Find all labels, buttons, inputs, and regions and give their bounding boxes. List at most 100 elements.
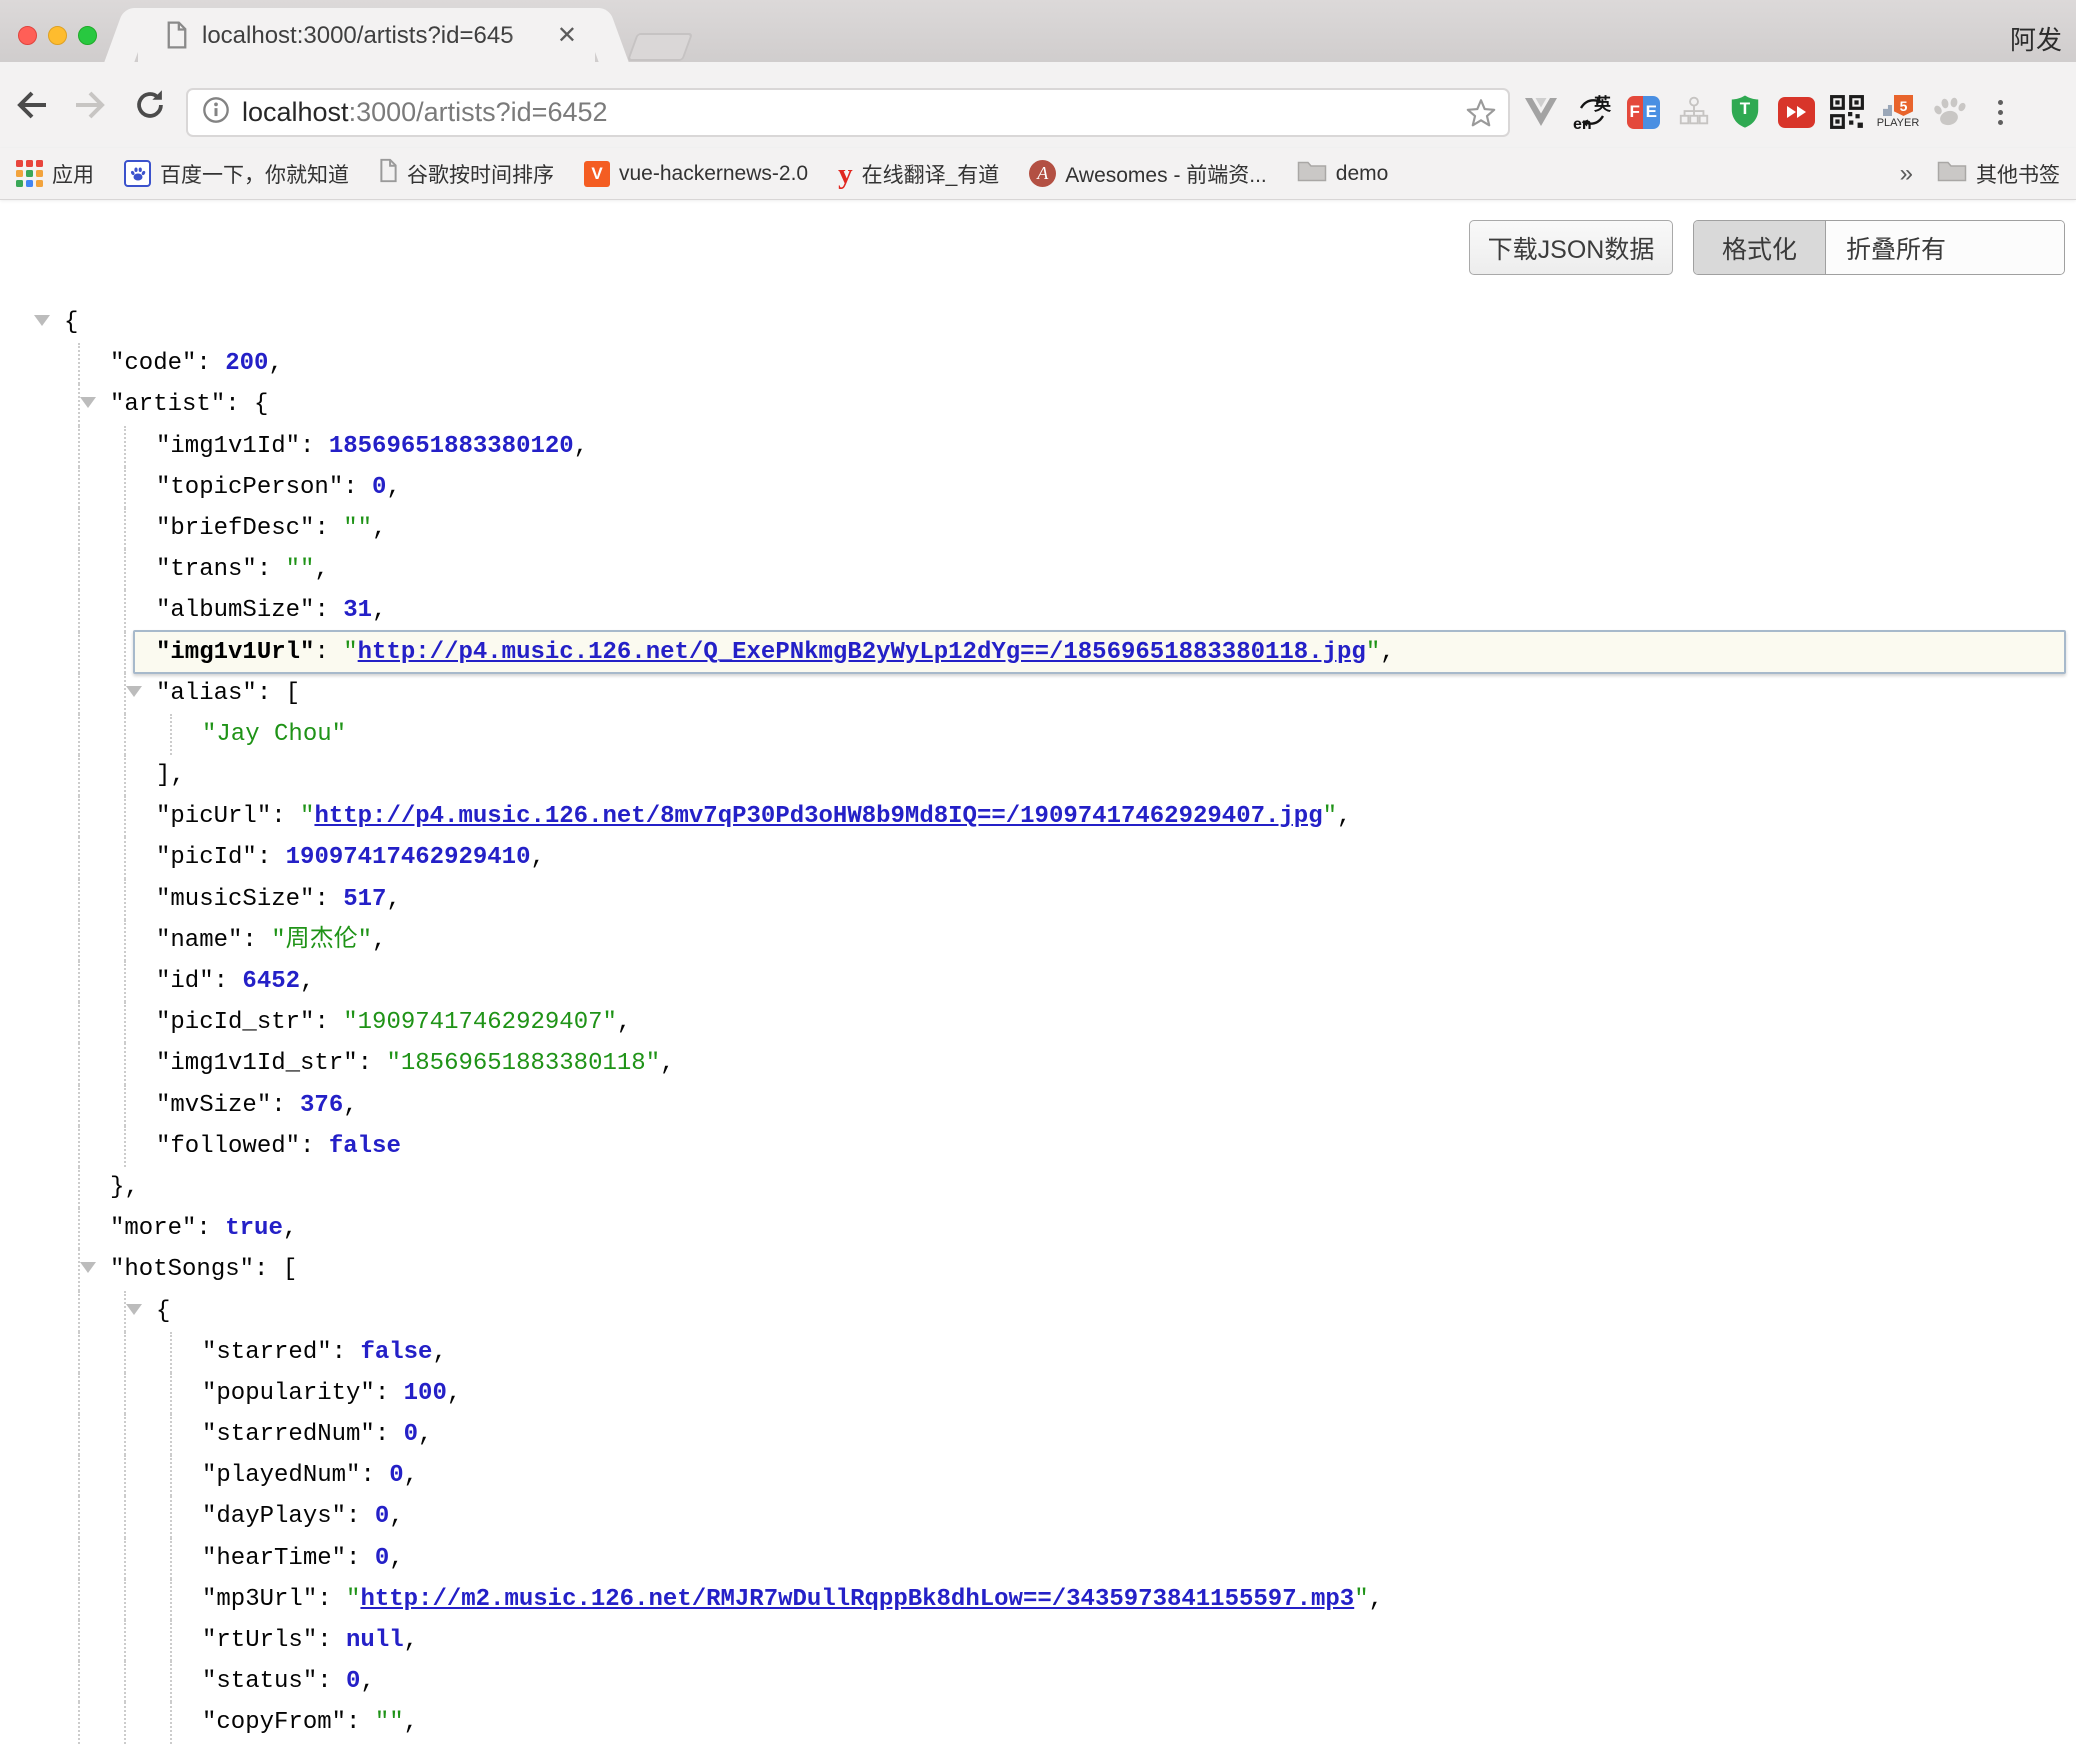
vue-devtools-extension-icon[interactable] (1522, 91, 1560, 133)
json-line: }, (0, 1167, 2076, 1208)
json-value-number: 0 (375, 1503, 389, 1530)
bookmark-apps[interactable]: 应用 (16, 159, 94, 189)
json-line: { (0, 302, 2076, 343)
profile-name[interactable]: 阿发 (2010, 20, 2062, 57)
collapse-all-button[interactable]: 折叠所有 (1826, 221, 2064, 274)
other-bookmarks-folder[interactable]: 其他书签 (1937, 159, 2060, 189)
json-value-string: " (1323, 803, 1337, 830)
url-text[interactable]: localhost:3000/artists?id=6452 (242, 97, 608, 128)
json-punctuation: : (214, 968, 243, 995)
html5-player-extension-icon[interactable]: 5 PLAYER (1879, 91, 1917, 133)
indent-guide (78, 837, 80, 878)
json-line: "name": "周杰伦", (0, 920, 2076, 961)
json-value-number: 0 (375, 1545, 389, 1572)
bookmarks-overflow-chevron[interactable]: » (1900, 160, 1913, 188)
json-punctuation: { (64, 309, 78, 336)
json-link[interactable]: http://p4.music.126.net/8mv7qP30Pd3oHW8b… (314, 803, 1322, 830)
collapse-triangle-icon[interactable] (126, 1304, 142, 1315)
indent-guide (78, 1620, 80, 1661)
json-key: "playedNum" (202, 1462, 360, 1489)
bookmark-youdao-translate[interactable]: y 在线翻译_有道 (838, 159, 999, 189)
json-line: "hearTime": 0, (0, 1538, 2076, 1579)
download-json-button[interactable]: 下载JSON数据 (1469, 220, 1673, 275)
collapse-triangle-icon[interactable] (34, 315, 50, 326)
indent-guide (124, 1455, 126, 1496)
json-punctuation: }, (110, 1174, 139, 1201)
collapse-triangle-icon[interactable] (80, 1262, 96, 1273)
collapse-triangle-icon[interactable] (126, 686, 142, 697)
indent-guide (78, 1702, 80, 1743)
bookmark-vue-hackernews[interactable]: V vue-hackernews-2.0 (584, 161, 808, 187)
indent-guide (78, 1085, 80, 1126)
json-value-string: " (1366, 639, 1380, 666)
translate-extension-icon[interactable]: 英 en (1573, 91, 1611, 133)
json-punctuation: , (372, 597, 386, 624)
new-tab-button[interactable] (627, 33, 693, 61)
indent-guide (78, 1455, 80, 1496)
page-info-icon[interactable] (202, 96, 230, 129)
bookmark-google-sort[interactable]: 谷歌按时间排序 (379, 158, 554, 189)
shield-extension-icon[interactable]: T (1726, 91, 1764, 133)
address-bar[interactable]: localhost:3000/artists?id=6452 (186, 88, 1510, 137)
zoom-window-button[interactable] (78, 26, 97, 45)
indent-guide (124, 590, 126, 631)
indent-guide (170, 1414, 172, 1455)
json-line: "img1v1Id_str": "18569651883380118", (0, 1043, 2076, 1084)
json-link[interactable]: http://p4.music.126.net/Q_ExePNkmgB2yWyL… (358, 639, 1366, 666)
extensions-area: 英 en FE T 5 PLAYER (1522, 76, 2019, 148)
close-window-button[interactable] (18, 26, 37, 45)
indent-guide (170, 1373, 172, 1414)
bookmark-folder-demo[interactable]: demo (1297, 159, 1389, 189)
indent-guide (78, 508, 80, 549)
indent-guide (170, 714, 172, 755)
window-controls (18, 26, 97, 45)
minimize-window-button[interactable] (48, 26, 67, 45)
back-button[interactable] (12, 85, 52, 125)
json-punctuation: : (257, 680, 286, 707)
fe-letter-f: F (1627, 96, 1644, 129)
sitemap-extension-icon[interactable] (1675, 91, 1713, 133)
browser-tab[interactable]: localhost:3000/artists?id=645 ✕ (138, 8, 595, 62)
indent-guide (124, 837, 126, 878)
json-key: "starred" (202, 1339, 332, 1366)
folder-icon (1937, 159, 1967, 189)
indent-guide (124, 549, 126, 590)
fast-forward-extension-icon[interactable] (1777, 91, 1815, 133)
tab-close-icon[interactable]: ✕ (557, 22, 577, 50)
json-value-number: 0 (404, 1421, 418, 1448)
json-punctuation: , (404, 1462, 418, 1489)
json-link[interactable]: http://m2.music.126.net/RMJR7wDullRqppBk… (360, 1586, 1354, 1613)
json-actions: 下载JSON数据 格式化 折叠所有 (1469, 220, 2065, 275)
paw-extension-icon[interactable] (1930, 91, 1968, 133)
json-value-number: 100 (404, 1380, 447, 1407)
json-value-string: "" (375, 1709, 404, 1736)
format-button[interactable]: 格式化 (1694, 221, 1826, 274)
indent-guide (78, 590, 80, 631)
json-value-number: 18569651883380120 (329, 433, 574, 460)
json-line: "status": 0, (0, 1661, 2076, 1702)
bookmark-star-icon[interactable] (1464, 96, 1498, 135)
bookmark-baidu[interactable]: 百度一下，你就知道 (124, 159, 349, 189)
json-punctuation: : (317, 1627, 346, 1654)
bookmark-awesomes[interactable]: A Awesomes - 前端资... (1029, 159, 1267, 189)
indent-guide (78, 1661, 80, 1702)
json-punctuation: , (300, 968, 314, 995)
indent-guide (124, 508, 126, 549)
indent-guide (78, 632, 80, 673)
collapse-triangle-icon[interactable] (80, 397, 96, 408)
qr-code-extension-icon[interactable] (1828, 91, 1866, 133)
fe-extension-icon[interactable]: FE (1624, 91, 1662, 133)
bookmark-label: vue-hackernews-2.0 (619, 162, 808, 186)
chrome-menu-icon[interactable] (1981, 91, 2019, 133)
json-value-number: true (225, 1215, 283, 1242)
indent-guide (78, 1414, 80, 1455)
json-punctuation: : (271, 1092, 300, 1119)
forward-button[interactable] (70, 85, 110, 125)
bookmarks-bar: 应用 百度一下，你就知道 谷歌按时间排序 V vue-hackernews-2.… (0, 148, 2076, 200)
bookmark-label: 应用 (52, 159, 94, 189)
reload-button[interactable] (130, 85, 170, 125)
indent-guide (124, 920, 126, 961)
json-punctuation: : (196, 350, 225, 377)
json-value-string: "周杰伦" (271, 927, 372, 954)
json-key: "musicSize" (156, 886, 314, 913)
